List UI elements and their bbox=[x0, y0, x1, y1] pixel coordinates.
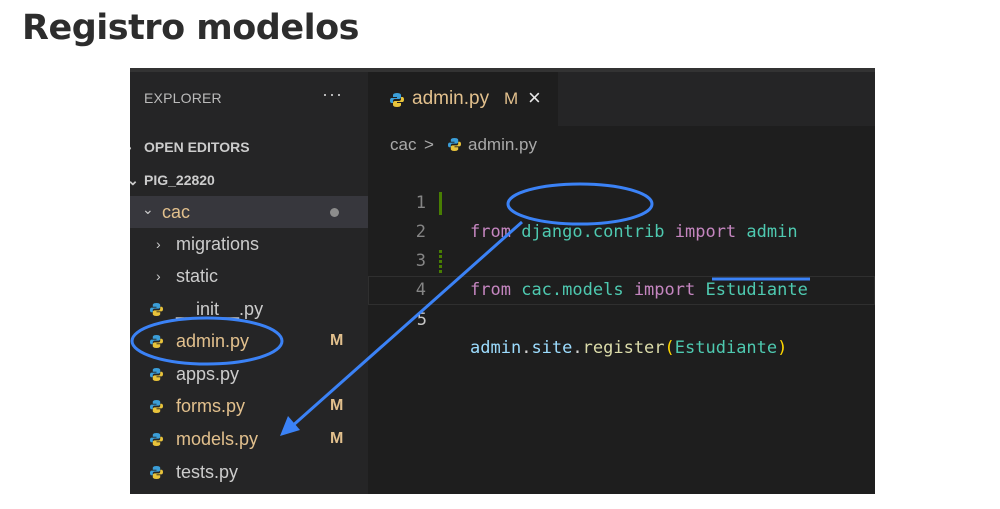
file-forms[interactable]: forms.py M bbox=[130, 390, 368, 422]
code-line: 2 from cac.models import Estudiante bbox=[368, 189, 875, 300]
python-file-icon bbox=[150, 335, 163, 348]
folder-migrations[interactable]: › migrations bbox=[130, 228, 368, 260]
file-init[interactable]: __init__.py bbox=[130, 293, 368, 325]
modified-badge: M bbox=[330, 332, 344, 349]
folder-cac-label: cac bbox=[162, 202, 191, 222]
chevron-right-icon: › bbox=[130, 131, 132, 163]
breadcrumb-file[interactable]: admin.py bbox=[468, 133, 537, 157]
code-text: admin.site.register(Estudiante) bbox=[470, 338, 788, 358]
file-forms-label: forms.py bbox=[176, 396, 246, 416]
modified-badge: M bbox=[330, 397, 344, 414]
tab-admin-py[interactable]: admin.py M × bbox=[368, 72, 558, 126]
file-apps[interactable]: apps.py bbox=[130, 358, 368, 390]
python-file-icon bbox=[390, 93, 404, 107]
folder-static-label: static bbox=[176, 266, 219, 286]
python-file-icon bbox=[150, 368, 163, 381]
editor-area: admin.py M × cac > admin.py 1 from djang… bbox=[368, 72, 875, 494]
chevron-right-icon: › bbox=[156, 268, 161, 284]
code-line-current: 5 bbox=[368, 276, 875, 330]
python-file-icon bbox=[448, 138, 461, 151]
close-icon[interactable]: × bbox=[528, 85, 541, 111]
modified-dot-icon bbox=[330, 208, 339, 217]
folder-static[interactable]: › static bbox=[130, 260, 368, 292]
tab-modified-badge: M bbox=[504, 89, 519, 108]
python-file-icon bbox=[150, 466, 163, 479]
file-apps-label: apps.py bbox=[176, 364, 240, 384]
open-editors-section[interactable]: › OPEN EDITORS bbox=[130, 131, 368, 163]
file-admin-label: admin.py bbox=[176, 331, 250, 351]
modified-badge: M bbox=[330, 430, 344, 447]
vscode-window: EXPLORER ··· › OPEN EDITORS ⌄ PIG_22820 … bbox=[130, 68, 875, 494]
file-models-label: models.py bbox=[176, 429, 259, 449]
code-line: 1 from django.contrib import admin bbox=[368, 160, 875, 242]
file-init-label: __init__.py bbox=[176, 299, 264, 319]
folder-migrations-label: migrations bbox=[176, 234, 260, 254]
explorer-sidebar: EXPLORER ··· › OPEN EDITORS ⌄ PIG_22820 … bbox=[130, 72, 368, 494]
file-tests-label: tests.py bbox=[176, 462, 239, 482]
open-editors-label: OPEN EDITORS bbox=[144, 139, 250, 155]
breadcrumb-separator: > bbox=[424, 135, 434, 154]
file-tests[interactable]: tests.py bbox=[130, 456, 368, 488]
explorer-header: EXPLORER bbox=[144, 90, 222, 106]
chevron-down-icon: ⌄ bbox=[142, 201, 154, 217]
code-line: 4 admin.site.register(Estudiante) bbox=[368, 247, 875, 358]
file-admin[interactable]: admin.py M bbox=[130, 325, 368, 357]
project-label: PIG_22820 bbox=[144, 172, 215, 188]
chevron-down-icon: ⌄ bbox=[130, 172, 139, 188]
file-models[interactable]: models.py M bbox=[130, 423, 368, 455]
python-file-icon bbox=[150, 433, 163, 446]
chevron-right-icon: › bbox=[156, 236, 161, 252]
tab-label: admin.py bbox=[412, 88, 490, 109]
python-file-icon bbox=[150, 400, 163, 413]
added-line-marker bbox=[439, 192, 442, 215]
folder-cac[interactable]: ⌄ cac bbox=[130, 196, 368, 228]
slide-title: Registro modelos bbox=[22, 8, 359, 48]
tab-bar: admin.py M × bbox=[368, 72, 875, 126]
added-line-marker bbox=[439, 250, 442, 273]
line-number: 5 bbox=[416, 310, 427, 330]
project-section[interactable]: ⌄ PIG_22820 bbox=[130, 164, 368, 196]
more-actions-icon[interactable]: ··· bbox=[322, 84, 343, 105]
python-file-icon bbox=[150, 303, 163, 316]
code-line: 3 bbox=[368, 218, 875, 271]
breadcrumb-folder[interactable]: cac bbox=[390, 133, 416, 157]
